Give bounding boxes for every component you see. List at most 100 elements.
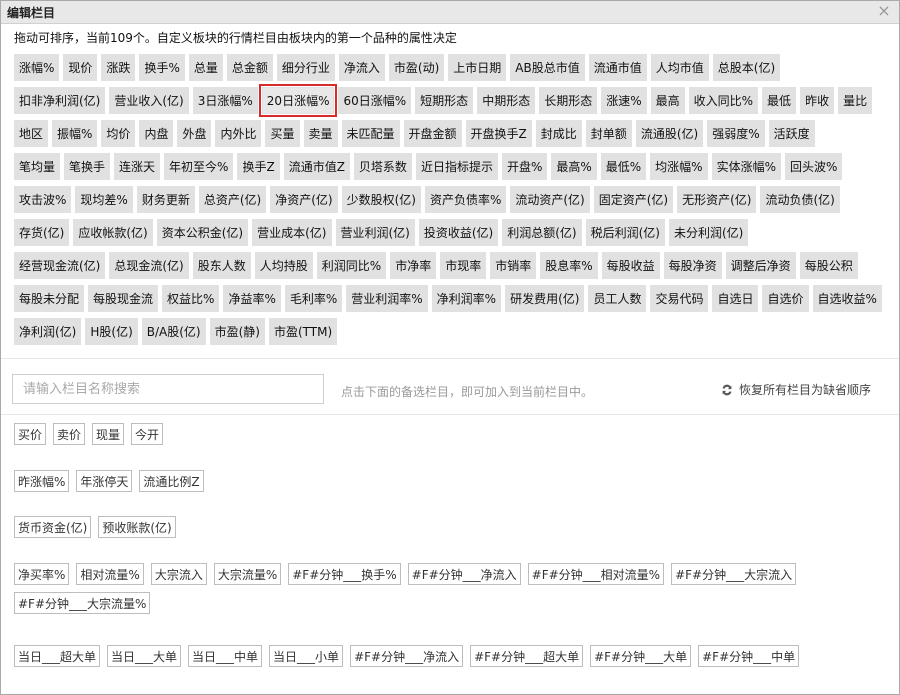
column-chip[interactable]: 人均持股 (254, 252, 313, 279)
column-chip[interactable]: 市现率 (440, 252, 487, 279)
column-chip[interactable]: 交易代码 (650, 285, 709, 312)
column-chip[interactable]: 昨收 (800, 87, 835, 114)
column-chip[interactable]: 资本公积金(亿) (156, 219, 249, 246)
column-chip[interactable]: 笔均量 (14, 153, 61, 180)
column-chip[interactable]: 封成比 (535, 120, 582, 147)
option-button[interactable]: 现量 (92, 423, 125, 445)
column-chip[interactable]: 扣非净利润(亿) (14, 87, 106, 114)
column-chip[interactable]: 最低 (762, 87, 797, 114)
column-chip[interactable]: 开盘% (501, 153, 548, 180)
column-chip[interactable]: 自选价 (762, 285, 809, 312)
column-chip[interactable]: 攻击波% (14, 186, 72, 213)
column-chip[interactable]: 总股本(亿) (712, 54, 781, 81)
column-chip[interactable]: 流通股(亿) (635, 120, 704, 147)
column-chip[interactable]: 每股现金流 (88, 285, 159, 312)
column-chip[interactable]: 收入同比% (688, 87, 759, 114)
column-chip[interactable]: 长期形态 (539, 87, 598, 114)
column-chip[interactable]: 总资产(亿) (198, 186, 267, 213)
column-chip[interactable]: H股(亿) (85, 318, 138, 345)
column-chip[interactable]: 毛利率% (284, 285, 343, 312)
option-button[interactable]: 年涨停天 (76, 470, 133, 492)
column-chip[interactable]: 地区 (14, 120, 49, 147)
column-chip[interactable]: 总金额 (226, 54, 273, 81)
column-chip[interactable]: 振幅% (52, 120, 98, 147)
column-chip[interactable]: 市盈(TTM) (269, 318, 338, 345)
column-chip[interactable]: 实体涨幅% (711, 153, 781, 180)
column-chip[interactable]: 税后利润(亿) (585, 219, 665, 246)
column-chip[interactable]: 营业利润(亿) (335, 219, 415, 246)
column-chip[interactable]: 开盘金额 (403, 120, 462, 147)
option-button[interactable]: 昨涨幅% (14, 470, 70, 492)
column-chip[interactable]: 净益率% (223, 285, 281, 312)
column-chip[interactable]: 应收帐款(亿) (73, 219, 153, 246)
column-chip[interactable]: 市净率 (390, 252, 437, 279)
column-chip[interactable]: 固定资产(亿) (593, 186, 674, 213)
column-chip[interactable]: 均涨幅% (650, 153, 708, 180)
column-chip[interactable]: 最高 (650, 87, 685, 114)
column-chip[interactable]: 净流入 (338, 54, 385, 81)
column-chip[interactable]: 现价 (63, 54, 98, 81)
option-button[interactable]: #F#分钟___大单 (590, 645, 692, 667)
column-chip[interactable]: 财务更新 (136, 186, 195, 213)
column-chip[interactable]: 投资收益(亿) (418, 219, 499, 246)
column-chip[interactable]: 经营现金流(亿) (14, 252, 106, 279)
column-chip[interactable]: 开盘换手Z (465, 120, 532, 147)
column-chip[interactable]: 每股净资 (663, 252, 722, 279)
column-chip[interactable]: 涨幅% (14, 54, 60, 81)
column-chip[interactable]: 无形资产(亿) (677, 186, 757, 213)
option-button[interactable]: #F#分钟___净流入 (350, 645, 464, 667)
column-chip[interactable]: 上市日期 (448, 54, 507, 81)
column-chip-selected[interactable]: 20日涨幅% (258, 84, 338, 117)
column-chip[interactable]: 营业成本(亿) (252, 219, 332, 246)
column-chip[interactable]: 自选收益% (812, 285, 882, 312)
column-chip[interactable]: 净利润率% (431, 285, 502, 312)
column-chip[interactable]: 近日指标提示 (415, 153, 498, 180)
column-chip[interactable]: 中期形态 (477, 87, 536, 114)
option-button[interactable]: #F#分钟___换手% (288, 563, 401, 585)
column-chip[interactable]: 市销率 (490, 252, 537, 279)
option-button[interactable]: 当日___大单 (107, 645, 182, 667)
column-chip[interactable]: 卖量 (303, 120, 338, 147)
column-chip[interactable]: 笔换手 (64, 153, 111, 180)
column-chip[interactable]: 未匹配量 (341, 120, 400, 147)
column-chip[interactable]: 每股未分配 (14, 285, 85, 312)
column-chip[interactable]: 少数股权(亿) (341, 186, 421, 213)
option-button[interactable]: 相对流量% (76, 563, 144, 585)
column-chip[interactable]: 细分行业 (276, 54, 335, 81)
option-button[interactable]: 大宗流入 (150, 563, 207, 585)
column-chip[interactable]: 每股收益 (601, 252, 660, 279)
option-button[interactable]: #F#分钟___中单 (698, 645, 800, 667)
close-icon[interactable]: × (875, 2, 893, 20)
column-chip[interactable]: 现均差% (75, 186, 133, 213)
column-chip[interactable]: 每股公积 (799, 252, 858, 279)
column-chip[interactable]: 换手% (139, 54, 185, 81)
column-chip[interactable]: 权益比% (162, 285, 220, 312)
column-chip[interactable]: 活跃度 (768, 120, 815, 147)
column-chip[interactable]: 调整后净资 (725, 252, 796, 279)
option-button[interactable]: 当日___超大单 (14, 645, 101, 667)
column-chip[interactable]: 回头波% (784, 153, 843, 180)
option-button[interactable]: #F#分钟___相对流量% (527, 563, 665, 585)
column-chip[interactable]: 60日涨幅% (338, 87, 412, 114)
column-chip[interactable]: 外盘 (177, 120, 212, 147)
column-chip[interactable]: 利润同比% (316, 252, 387, 279)
column-chip[interactable]: 员工人数 (588, 285, 647, 312)
column-chip[interactable]: 未分利润(亿) (669, 219, 749, 246)
restore-default-button[interactable]: 恢复所有栏目为缺省顺序 (720, 381, 871, 398)
column-chip[interactable]: 均价 (101, 120, 136, 147)
option-button[interactable]: 买价 (14, 423, 47, 445)
column-chip[interactable]: 流通市值 (588, 54, 647, 81)
column-chip[interactable]: 流通市值Z (283, 153, 350, 180)
column-chip[interactable]: 流动负债(亿) (760, 186, 840, 213)
column-chip[interactable]: 人均市值 (650, 54, 709, 81)
column-chip[interactable]: 资产负债率% (424, 186, 507, 213)
column-chip[interactable]: 强弱度% (707, 120, 765, 147)
column-chip[interactable]: 存货(亿) (14, 219, 70, 246)
column-chip[interactable]: 涨跌 (101, 54, 136, 81)
column-chip[interactable]: 自选日 (712, 285, 759, 312)
option-button[interactable]: 今开 (131, 423, 164, 445)
option-button[interactable]: 预收账款(亿) (98, 516, 176, 538)
option-button[interactable]: 货币资金(亿) (14, 516, 92, 538)
column-chip[interactable]: 短期形态 (415, 87, 474, 114)
option-button[interactable]: 当日___小单 (269, 645, 344, 667)
